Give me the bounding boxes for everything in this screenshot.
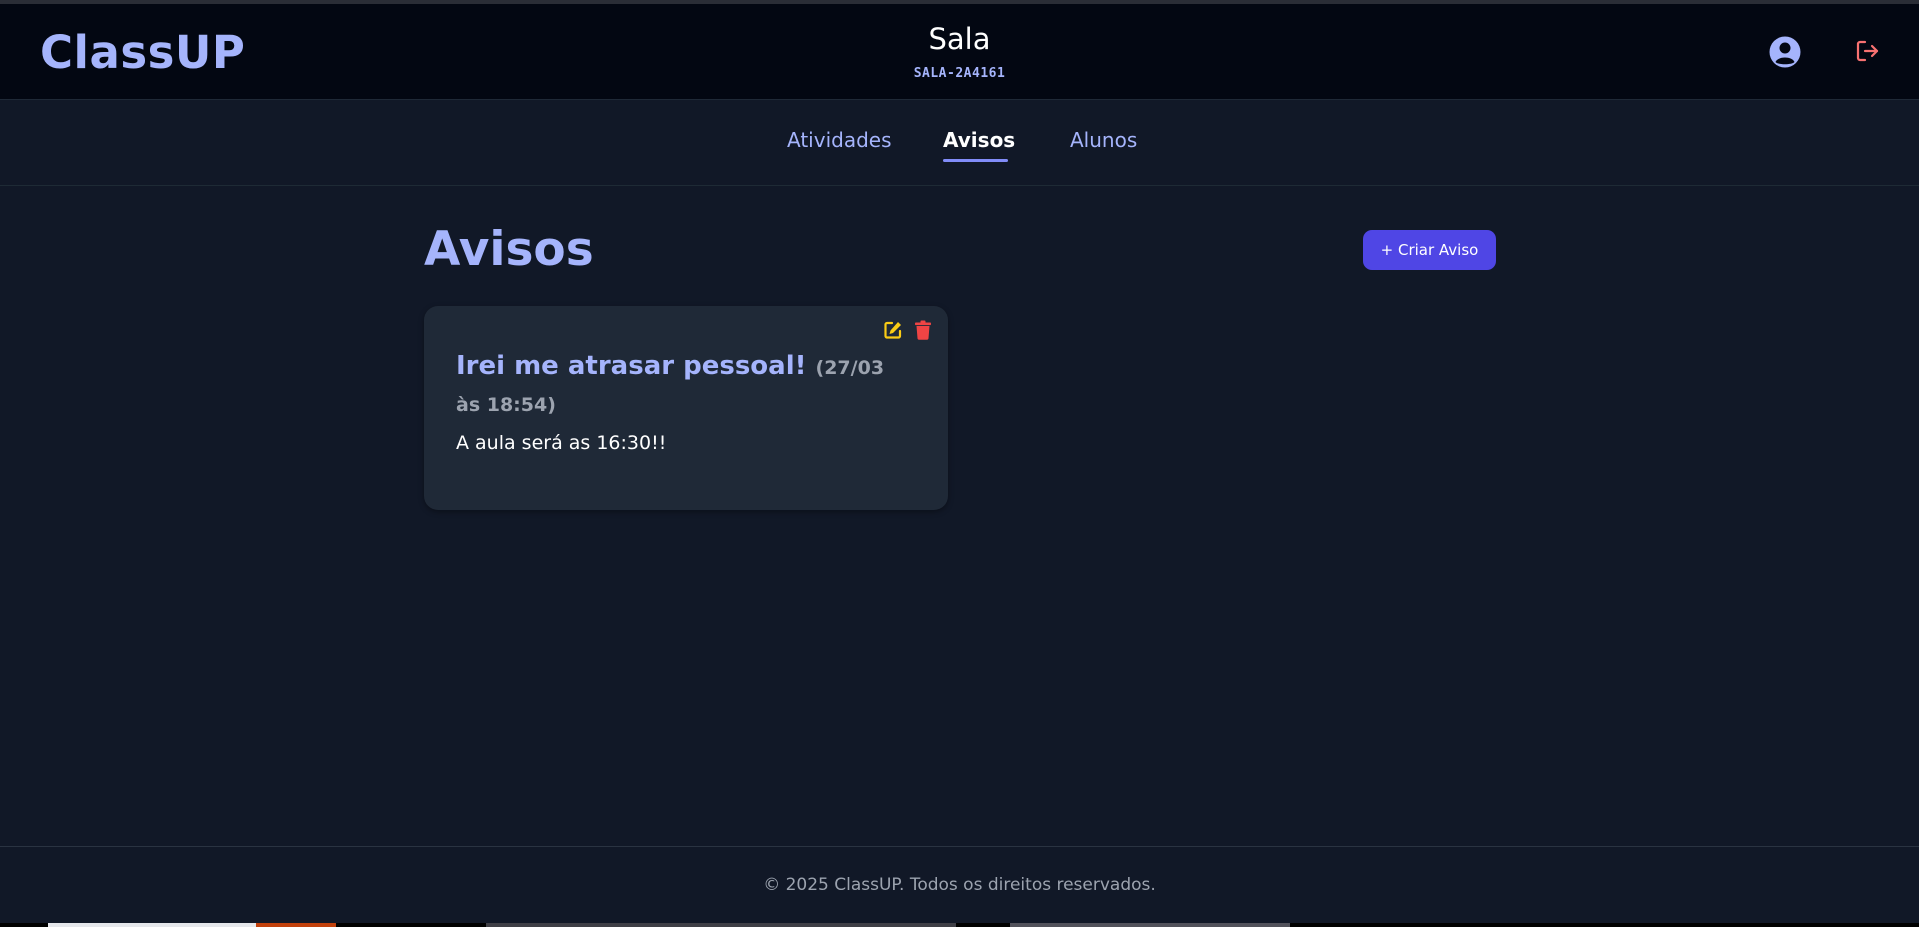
- footer: © 2025 ClassUP. Todos os direitos reserv…: [0, 846, 1919, 923]
- notice-title: Irei me atrasar pessoal!: [456, 351, 816, 381]
- room-title: Sala: [928, 22, 991, 56]
- bottom-strip: [0, 923, 1919, 927]
- notice-heading: Irei me atrasar pessoal! (27/03 às 18:54…: [456, 348, 911, 424]
- edit-icon: [884, 321, 902, 339]
- active-tab-indicator: [943, 159, 1008, 162]
- notice-body: A aula será as 16:30!!: [456, 432, 667, 454]
- create-notice-button[interactable]: + Criar Aviso: [1363, 230, 1496, 270]
- user-circle-icon: [1769, 36, 1801, 68]
- tab-atividades[interactable]: Atividades: [787, 128, 892, 152]
- notice-card: Irei me atrasar pessoal! (27/03 às 18:54…: [424, 306, 948, 510]
- logout-icon: [1856, 40, 1879, 62]
- user-profile-button[interactable]: [1768, 35, 1802, 69]
- delete-notice-button[interactable]: [914, 320, 932, 340]
- tabs-bar: Atividades Avisos Alunos: [0, 100, 1919, 186]
- page: ClassUP Sala SALA-2A4161 Atividades Avis…: [0, 0, 1919, 927]
- room-code: SALA-2A4161: [913, 66, 1006, 81]
- app-header: ClassUP Sala SALA-2A4161: [0, 4, 1919, 100]
- page-title: Avisos: [424, 222, 594, 277]
- edit-notice-button[interactable]: [883, 320, 903, 340]
- trash-icon: [915, 320, 931, 340]
- tab-alunos[interactable]: Alunos: [1070, 128, 1137, 152]
- tab-avisos[interactable]: Avisos: [943, 128, 1015, 152]
- logout-button[interactable]: [1855, 38, 1881, 64]
- footer-text: © 2025 ClassUP. Todos os direitos reserv…: [763, 875, 1156, 895]
